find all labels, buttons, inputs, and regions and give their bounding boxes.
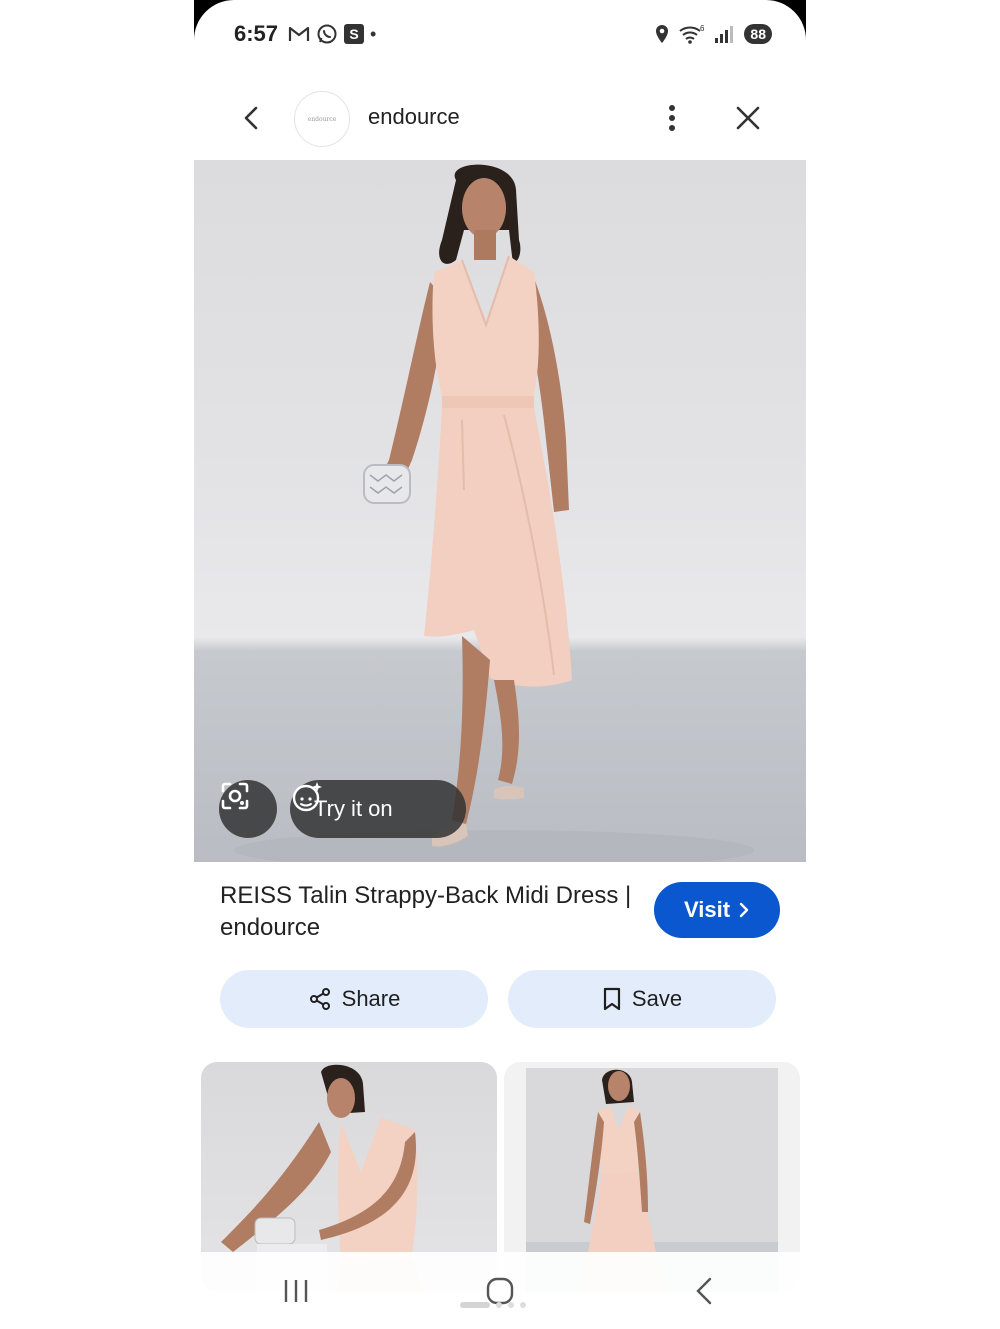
source-name[interactable]: endource bbox=[368, 104, 460, 130]
notification-dot: • bbox=[370, 23, 377, 44]
page-indicator bbox=[460, 1302, 526, 1308]
more-options-icon[interactable] bbox=[662, 100, 682, 136]
result-title[interactable]: REISS Talin Strappy-Back Midi Dress | en… bbox=[220, 880, 640, 944]
wifi-icon: 6 bbox=[679, 24, 705, 44]
screen-corner bbox=[766, 0, 806, 40]
gmail-icon bbox=[288, 26, 310, 41]
whatsapp-icon bbox=[317, 24, 337, 44]
clock: 6:57 bbox=[234, 21, 279, 46]
chevron-right-icon bbox=[739, 902, 749, 918]
try-it-on-button[interactable]: Try it on bbox=[290, 780, 466, 838]
close-icon[interactable] bbox=[734, 104, 762, 132]
pager-dot bbox=[508, 1302, 514, 1308]
recent-apps-button[interactable] bbox=[266, 1261, 326, 1321]
lens-icon bbox=[221, 782, 249, 810]
back-nav-icon bbox=[696, 1277, 712, 1304]
share-button[interactable]: Share bbox=[220, 970, 488, 1028]
s-app-icon: S bbox=[344, 24, 365, 44]
phone-screen: 6:57 S • 6 88 endource endource Try it o… bbox=[194, 0, 806, 1329]
home-button[interactable] bbox=[470, 1261, 530, 1321]
model-photo bbox=[234, 164, 754, 862]
share-label: Share bbox=[341, 986, 401, 1011]
system-nav-bar bbox=[194, 1252, 806, 1329]
product-image[interactable]: Try it on bbox=[194, 160, 806, 862]
pager-dot bbox=[496, 1302, 502, 1308]
source-logo-text: endource bbox=[307, 115, 337, 123]
visit-button[interactable]: Visit bbox=[654, 882, 780, 938]
screen-corner bbox=[194, 0, 234, 40]
visit-label: Visit bbox=[683, 897, 731, 922]
status-left: 6:57 S • bbox=[234, 21, 376, 47]
back-arrow-icon[interactable] bbox=[238, 104, 266, 132]
status-right: 6 88 bbox=[654, 23, 772, 45]
back-button[interactable] bbox=[674, 1261, 734, 1321]
lens-result-header: endource endource bbox=[194, 88, 806, 148]
pager-dot bbox=[520, 1302, 526, 1308]
save-button[interactable]: Save bbox=[508, 970, 776, 1028]
share-icon bbox=[309, 988, 330, 1010]
bookmark-icon bbox=[603, 987, 621, 1011]
battery-icon: 88 bbox=[744, 24, 772, 44]
recent-apps-icon bbox=[284, 1279, 308, 1302]
status-bar: 6:57 S • 6 88 bbox=[234, 14, 772, 54]
save-label: Save bbox=[631, 986, 683, 1011]
location-icon bbox=[656, 25, 669, 43]
source-logo[interactable]: endource bbox=[294, 91, 350, 147]
signal-icon bbox=[715, 26, 734, 43]
svg-text:6: 6 bbox=[700, 24, 705, 33]
visual-search-button[interactable] bbox=[219, 780, 277, 838]
try-on-icon bbox=[292, 782, 322, 812]
pager-dot bbox=[460, 1302, 490, 1308]
home-icon bbox=[486, 1277, 514, 1304]
try-it-on-label: Try it on bbox=[314, 796, 393, 821]
